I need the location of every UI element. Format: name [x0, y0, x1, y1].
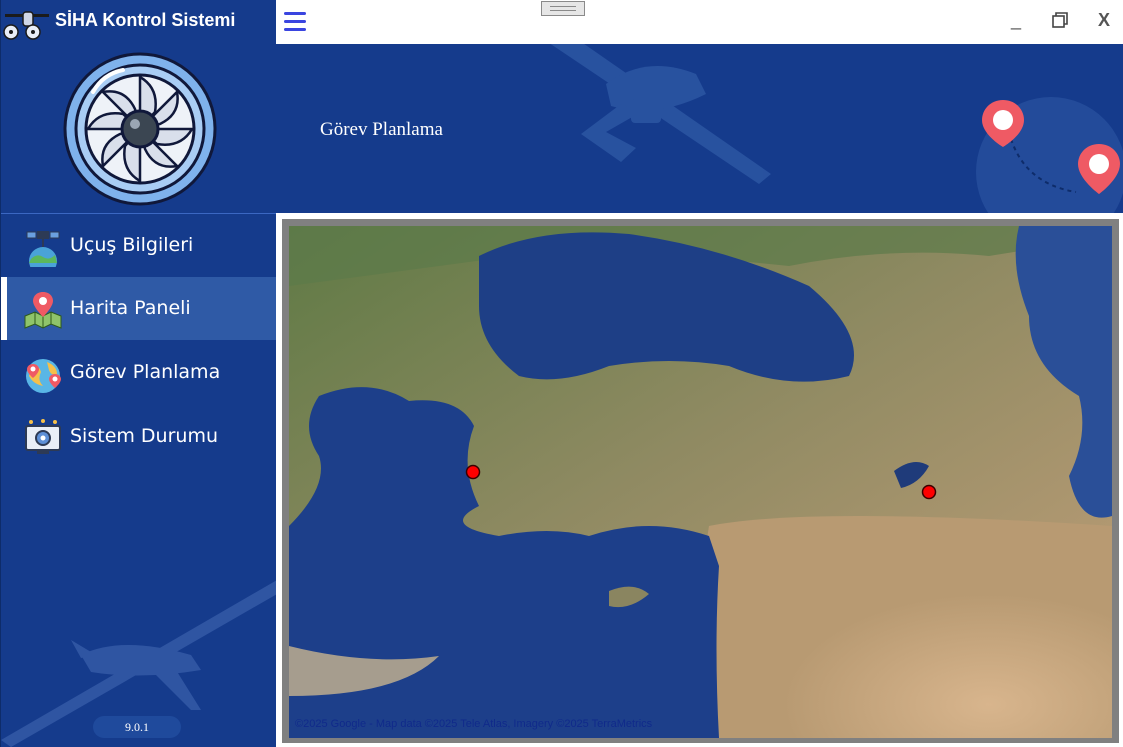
turbine-fan-icon — [63, 52, 217, 206]
minimize-button[interactable]: _ — [1004, 10, 1028, 34]
map-view[interactable] — [289, 226, 1112, 738]
sidebar-item-sistem-durumu[interactable]: Sistem Durumu — [1, 405, 276, 468]
sidebar-item-harita-paneli[interactable]: Harita Paneli — [1, 277, 276, 340]
page-title: Görev Planlama — [320, 119, 443, 140]
map-pin-icon — [24, 292, 62, 329]
sidebar-item-label: Harita Paneli — [70, 297, 191, 319]
minimize-label: _ — [1010, 10, 1021, 30]
sidebar-item-gorev-planlama[interactable]: Görev Planlama — [1, 341, 276, 404]
map-marker-east[interactable] — [921, 484, 937, 500]
satellite-earth-icon — [26, 231, 60, 267]
title-bar: _ X — [276, 0, 1123, 44]
close-label: X — [1097, 10, 1110, 30]
brand: SİHA Kontrol Sistemi — [1, 0, 276, 44]
app-title: SİHA Kontrol Sistemi — [55, 10, 236, 30]
active-indicator — [1, 277, 7, 340]
page-header: Görev Planlama — [276, 44, 1123, 213]
sidebar-item-label: Uçuş Bilgileri — [70, 234, 194, 256]
sidebar-item-ucus-bilgileri[interactable]: Uçuş Bilgileri — [1, 214, 276, 277]
drag-handle[interactable] — [541, 1, 585, 16]
maximize-button[interactable] — [1048, 10, 1072, 34]
map-attribution: ©2025 Google - Map data ©2025 Tele Atlas… — [295, 718, 653, 730]
globe-route-icon — [26, 359, 61, 393]
sidebar: SİHA Kontrol Sistemi Uçuş Bilgileri Hari… — [0, 0, 276, 747]
map-marker-west[interactable] — [465, 464, 481, 480]
sidebar-item-label: Görev Planlama — [70, 361, 221, 383]
close-button[interactable]: X — [1092, 10, 1116, 34]
monitor-gear-icon — [25, 419, 61, 454]
restore-icon — [1052, 12, 1068, 28]
version-badge: 9.0.1 — [93, 716, 181, 738]
drone-logo-icon — [3, 11, 49, 40]
hamburger-menu-icon[interactable] — [284, 12, 306, 32]
sidebar-item-label: Sistem Durumu — [70, 425, 219, 447]
satellite-map[interactable] — [289, 226, 1112, 738]
